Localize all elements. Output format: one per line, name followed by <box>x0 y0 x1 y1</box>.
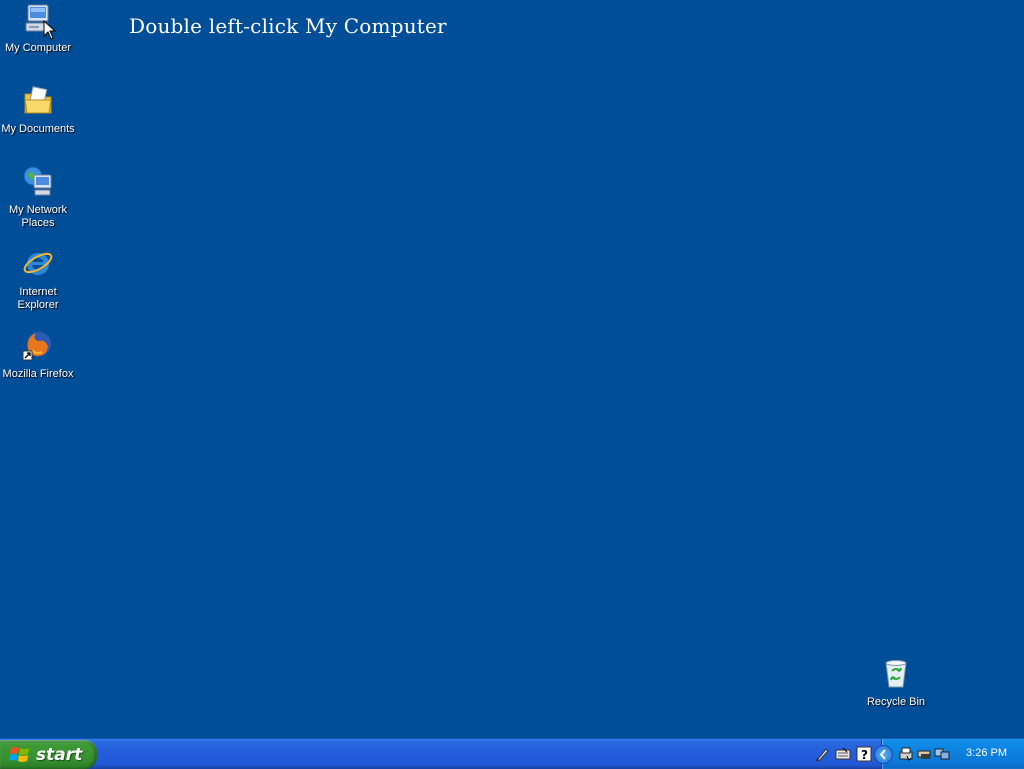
system-tray: 3:26 PM <box>874 739 1024 769</box>
desktop-icon-internet-explorer[interactable]: Internet Explorer <box>0 247 76 312</box>
desktop-icon-my-computer[interactable]: My Computer <box>0 3 76 55</box>
recycle-bin-icon <box>880 657 912 689</box>
network-places-icon <box>22 165 54 197</box>
help-icon[interactable]: ? <box>856 746 872 762</box>
network-icon[interactable] <box>934 746 950 762</box>
desktop-icon-label: Mozilla Firefox <box>2 368 74 380</box>
instruction-text: Double left-click My Computer <box>129 14 447 38</box>
taskbar: start ? 3:26 PM <box>0 738 1024 769</box>
my-documents-icon <box>22 84 54 116</box>
desktop-icon-my-documents[interactable]: My Documents <box>0 84 76 136</box>
keyboard-icon[interactable] <box>835 746 851 762</box>
internet-explorer-icon <box>22 247 54 279</box>
desktop-icon-label: My Network Places <box>8 204 68 229</box>
printer-icon[interactable] <box>898 746 914 762</box>
firefox-icon <box>22 329 54 361</box>
desktop-icon-label: Internet Explorer <box>17 286 59 311</box>
desktop-icon-label: My Computer <box>4 42 72 54</box>
desktop: My Computer My Documents My Network Plac… <box>0 0 1024 738</box>
desktop-icon-network-places[interactable]: My Network Places <box>0 165 76 230</box>
desktop-icon-label: My Documents <box>1 123 75 135</box>
clock: 3:26 PM <box>966 747 1007 759</box>
device-icon[interactable] <box>916 746 932 762</box>
pen-icon[interactable] <box>814 746 830 762</box>
start-label: start <box>36 744 83 765</box>
svg-text:?: ? <box>861 748 868 762</box>
desktop-icon-recycle-bin[interactable]: Recycle Bin <box>858 657 934 709</box>
tray-icons <box>898 746 950 762</box>
desktop-icon-firefox[interactable]: Mozilla Firefox <box>0 329 76 381</box>
quick-launch-area: ? <box>814 739 872 769</box>
mouse-cursor-icon <box>43 20 57 40</box>
chevron-icon[interactable] <box>874 745 893 764</box>
windows-logo-icon <box>9 746 29 762</box>
desktop-icon-label: Recycle Bin <box>866 696 926 708</box>
start-button[interactable]: start <box>0 740 97 769</box>
